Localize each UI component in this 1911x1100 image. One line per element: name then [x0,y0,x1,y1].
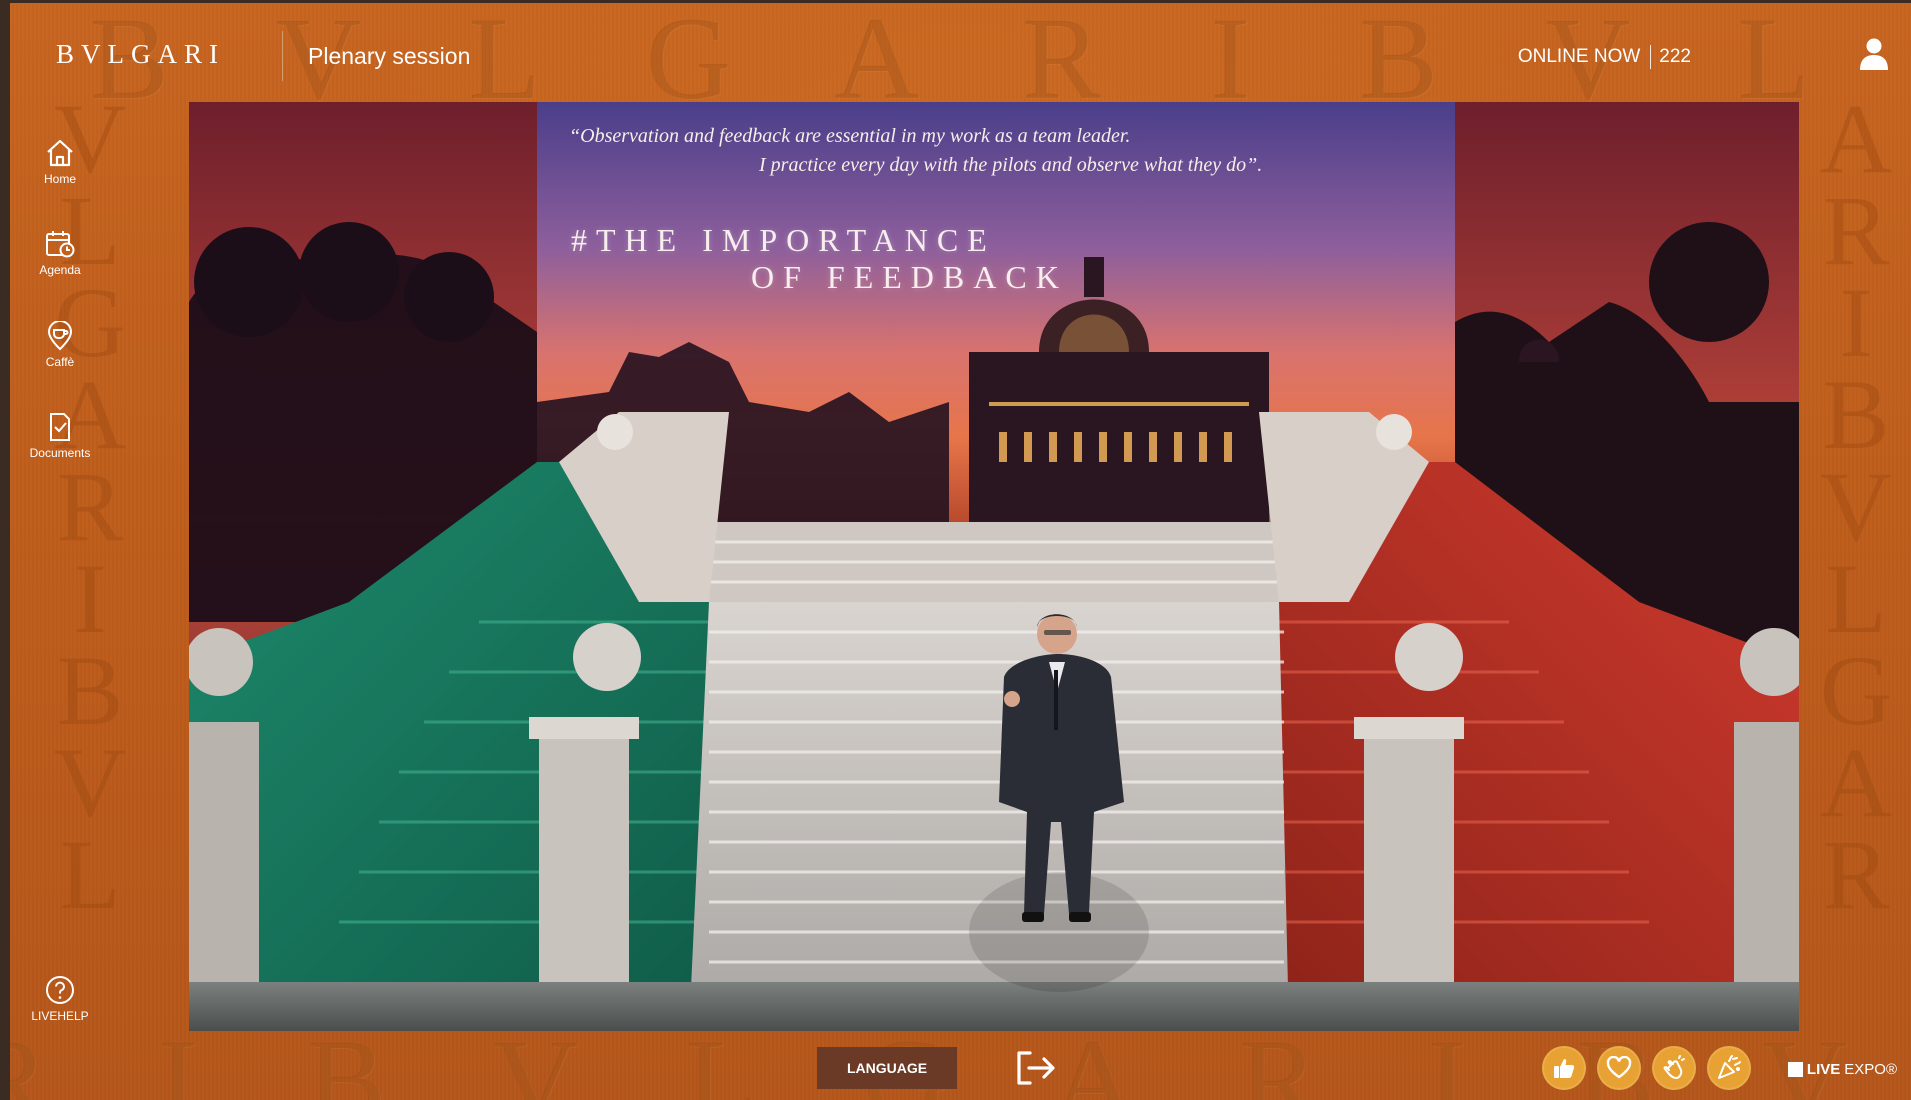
thumbs-up-icon [1554,1059,1575,1078]
livehelp-button[interactable]: LIVEHELP [20,975,100,1023]
brand-logo: BVLGARI [56,39,225,69]
reaction-like-button[interactable] [1542,1046,1586,1090]
heart-icon [1606,1056,1632,1079]
online-separator [1650,45,1652,69]
sidebar-item-label: Agenda [39,263,81,277]
quote-line-1: “Observation and feedback are essential … [569,125,1131,147]
headline-line-1: #THE IMPORTANCE [571,222,996,258]
header-divider [282,31,283,81]
livexpo-brand-rest: EXPO® [1844,1061,1897,1078]
user-icon[interactable] [1859,37,1889,71]
online-counter: ONLINE NOW 222 [1518,45,1691,69]
reaction-clap-button[interactable] [1652,1046,1696,1090]
sidebar-item-home[interactable]: Home [20,138,100,186]
sidebar-item-agenda[interactable]: Agenda [20,229,100,277]
sidebar-item-label: Home [43,172,76,186]
celebrate-icon [1718,1055,1741,1079]
online-count: 222 [1659,46,1691,67]
livexpo-logo: LIVE EXPO® [1787,1061,1897,1078]
reaction-celebrate-button[interactable] [1707,1046,1751,1090]
sidebar-item-documents[interactable]: Documents [20,412,100,460]
watermark-right: ARIBVLGAR [1819,83,1893,930]
slide-headline: #THE IMPORTANCE OF FEEDBACK [571,222,1068,296]
quote-line-2: I practice every day with the pilots and… [759,154,1263,176]
agenda-icon [46,231,75,258]
page-title: Plenary session [308,43,471,69]
documents-icon [50,413,70,441]
online-label: ONLINE NOW [1517,46,1641,67]
livehelp-label: LIVEHELP [31,1009,89,1023]
livexpo-brand-bold: LIVE [1806,1061,1841,1078]
watermark-left: VLGARIBVL [53,83,127,930]
sidebar-item-label: Caffè [45,355,75,369]
exit-button[interactable] [1015,1049,1057,1087]
cafe-icon [47,321,73,351]
headline-line-2: OF FEEDBACK [751,259,1068,295]
livexpo-logo-mark [1787,1062,1803,1077]
reaction-love-button[interactable] [1597,1046,1641,1090]
sidebar-item-caffe[interactable]: Caffè [20,321,100,369]
language-button[interactable]: LANGUAGE [817,1047,957,1089]
home-icon [47,139,73,167]
clap-icon [1663,1055,1685,1080]
exit-icon [1017,1051,1055,1085]
slide-quote: “Observation and feedback are essential … [569,122,1309,180]
sidebar-item-label: Documents [29,446,91,460]
help-icon [46,976,74,1004]
video-player[interactable]: “Observation and feedback are essential … [189,102,1799,1031]
app-window: B V L G A R I B V L G A R I B R I B V L … [10,3,1911,1100]
